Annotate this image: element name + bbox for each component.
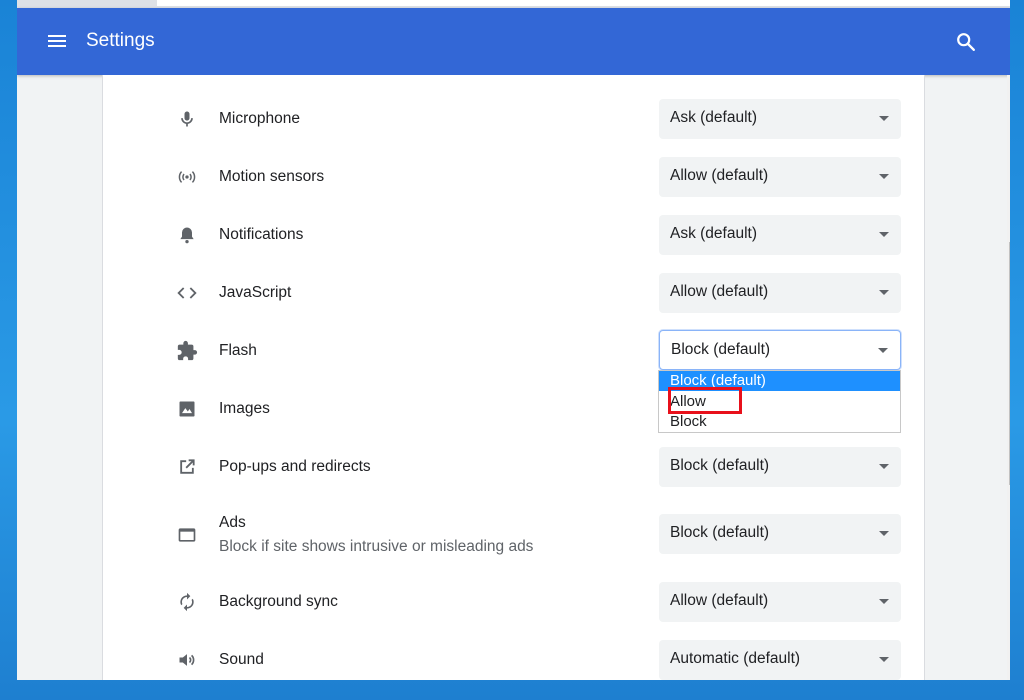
flash-option-block[interactable]: Block bbox=[659, 412, 900, 432]
flash-dropdown-list: Block (default) Allow Block bbox=[658, 370, 901, 433]
javascript-select[interactable]: Allow (default) bbox=[659, 273, 901, 313]
caret-down-icon bbox=[879, 232, 889, 237]
address-field[interactable] bbox=[157, 0, 1010, 6]
flash-option-allow[interactable]: Allow bbox=[659, 392, 900, 412]
caret-down-icon bbox=[879, 531, 889, 536]
setting-label: Microphone bbox=[219, 110, 300, 127]
scrollbar-thumb[interactable] bbox=[1009, 242, 1010, 485]
setting-label: Background sync bbox=[219, 593, 338, 610]
bell-icon bbox=[176, 224, 198, 246]
setting-row-background-sync: Background sync Allow (default) bbox=[103, 582, 926, 622]
setting-row-microphone: Microphone Ask (default) bbox=[103, 99, 926, 139]
setting-label: Images bbox=[219, 400, 270, 417]
select-value: Ask (default) bbox=[670, 109, 758, 126]
browser-window: Settings Microphone Ask (default) Motion… bbox=[17, 0, 1010, 680]
web-window-icon bbox=[176, 524, 198, 546]
setting-row-javascript: JavaScript Allow (default) bbox=[103, 273, 926, 313]
setting-row-motion-sensors: Motion sensors Allow (default) bbox=[103, 157, 926, 197]
setting-label: Ads bbox=[219, 514, 246, 531]
scrollbar[interactable] bbox=[1007, 75, 1010, 680]
setting-row-notifications: Notifications Ask (default) bbox=[103, 215, 926, 255]
puzzle-piece-icon bbox=[176, 340, 198, 362]
setting-label: Sound bbox=[219, 651, 264, 668]
page-title: Settings bbox=[86, 30, 155, 51]
select-value: Allow (default) bbox=[670, 592, 769, 609]
flash-option-block-default[interactable]: Block (default) bbox=[659, 371, 900, 391]
ads-select[interactable]: Block (default) bbox=[659, 514, 901, 554]
caret-down-icon bbox=[879, 464, 889, 469]
caret-down-icon bbox=[879, 290, 889, 295]
setting-label: Motion sensors bbox=[219, 168, 325, 185]
sync-icon bbox=[176, 591, 198, 613]
open-in-new-icon bbox=[176, 456, 198, 478]
code-icon bbox=[176, 282, 198, 304]
search-icon[interactable] bbox=[955, 31, 977, 53]
setting-label: JavaScript bbox=[219, 284, 292, 301]
select-value: Allow (default) bbox=[670, 283, 769, 300]
caret-down-icon bbox=[879, 116, 889, 121]
caret-down-icon bbox=[878, 348, 888, 353]
motion-sensors-icon bbox=[176, 166, 198, 188]
microphone-select[interactable]: Ask (default) bbox=[659, 99, 901, 139]
setting-label: Flash bbox=[219, 342, 257, 359]
image-icon bbox=[176, 398, 198, 420]
notifications-select[interactable]: Ask (default) bbox=[659, 215, 901, 255]
select-value: Block (default) bbox=[670, 457, 770, 474]
setting-row-popups: Pop-ups and redirects Block (default) bbox=[103, 447, 926, 487]
select-value: Automatic (default) bbox=[670, 650, 801, 667]
caret-down-icon bbox=[879, 174, 889, 179]
caret-down-icon bbox=[879, 657, 889, 662]
popups-select[interactable]: Block (default) bbox=[659, 447, 901, 487]
setting-row-ads: Ads Block if site shows intrusive or mis… bbox=[103, 505, 926, 563]
setting-sublabel: Block if site shows intrusive or mislead… bbox=[219, 538, 534, 555]
setting-label: Notifications bbox=[219, 226, 304, 243]
background-sync-select[interactable]: Allow (default) bbox=[659, 582, 901, 622]
setting-row-flash: Flash Block (default) bbox=[103, 330, 926, 371]
select-value: Block (default) bbox=[670, 524, 770, 541]
caret-down-icon bbox=[879, 599, 889, 604]
sound-select[interactable]: Automatic (default) bbox=[659, 640, 901, 680]
setting-label: Pop-ups and redirects bbox=[219, 458, 371, 475]
setting-row-sound: Sound Automatic (default) bbox=[103, 640, 926, 680]
settings-header: Settings bbox=[17, 8, 1010, 75]
microphone-icon bbox=[176, 108, 198, 130]
select-value: Ask (default) bbox=[670, 225, 758, 242]
motion-sensors-select[interactable]: Allow (default) bbox=[659, 157, 901, 197]
select-value: Block (default) bbox=[671, 341, 771, 358]
select-value: Allow (default) bbox=[670, 167, 769, 184]
hamburger-menu-icon[interactable] bbox=[47, 32, 67, 50]
speaker-icon bbox=[176, 649, 198, 671]
address-bar bbox=[17, 0, 1010, 8]
flash-select[interactable]: Block (default) bbox=[659, 330, 901, 370]
